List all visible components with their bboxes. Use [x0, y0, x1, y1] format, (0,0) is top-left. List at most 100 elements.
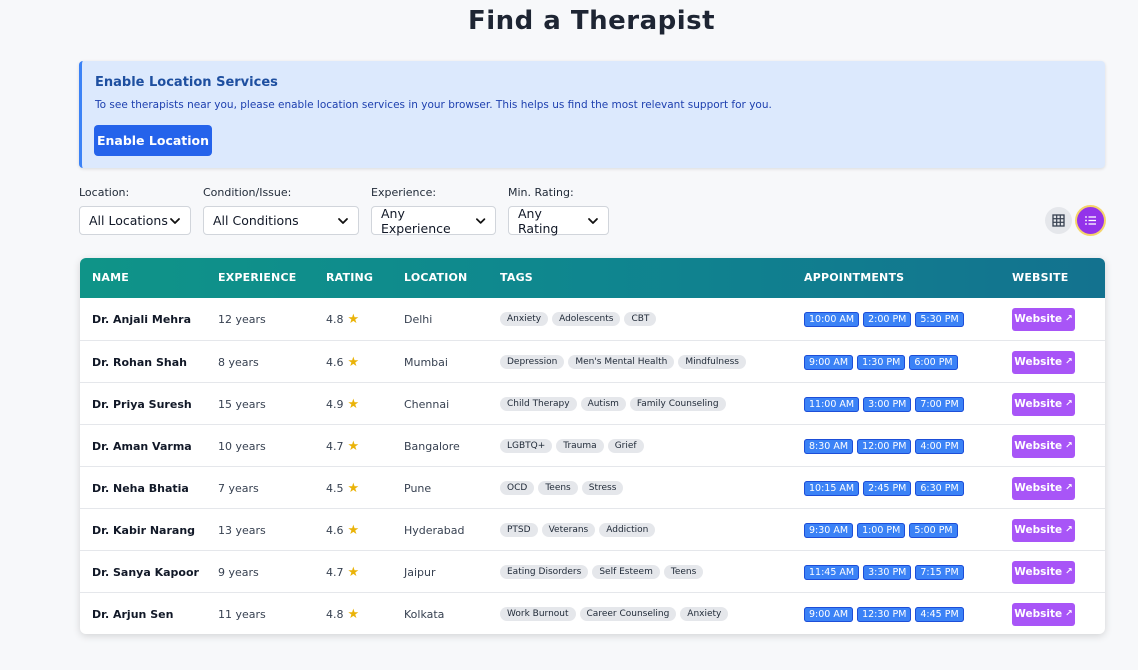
- therapist-experience: 10 years: [218, 439, 266, 453]
- therapist-experience: 15 years: [218, 397, 266, 411]
- rating-value: 4.8: [326, 607, 344, 621]
- website-cell: Website ↗: [1012, 425, 1075, 467]
- therapist-name: Dr. Neha Bhatia: [92, 481, 189, 495]
- appointment-slot[interactable]: 7:00 PM: [915, 396, 964, 412]
- tag-badge: Anxiety: [680, 607, 729, 621]
- experience-select[interactable]: Any Experience: [371, 206, 496, 236]
- website-cell: Website ↗: [1012, 298, 1075, 340]
- tag-badge: Career Counseling: [579, 607, 677, 621]
- therapist-table: NAME EXPERIENCE RATING LOCATION TAGS APP…: [80, 258, 1105, 634]
- enable-location-button[interactable]: Enable Location: [94, 125, 212, 156]
- appointment-slot[interactable]: 8:30 AM: [804, 438, 854, 454]
- therapist-name: Dr. Rohan Shah: [92, 355, 187, 369]
- therapist-rating: 4.8 ★: [326, 593, 359, 634]
- therapist-tags: PTSD Veterans Addiction: [500, 509, 659, 551]
- therapist-experience: 7 years: [218, 481, 259, 495]
- rating-value: 4.7: [326, 439, 344, 453]
- website-cell: Website ↗: [1012, 383, 1075, 425]
- location-filter-label: Location:: [79, 186, 130, 199]
- experience-filter-label: Experience:: [371, 186, 437, 199]
- appointment-slot[interactable]: 5:30 PM: [915, 311, 964, 327]
- appointment-slot[interactable]: 9:00 AM: [804, 606, 854, 622]
- page-title: Find a Therapist: [467, 6, 716, 36]
- therapist-name: Dr. Kabir Narang: [92, 523, 196, 537]
- star-icon: ★: [347, 522, 360, 538]
- appointment-slot[interactable]: 11:00 AM: [804, 396, 860, 412]
- appointment-slot[interactable]: 1:00 PM: [857, 522, 906, 538]
- therapist-experience: 13 years: [218, 523, 266, 537]
- appointment-slot[interactable]: 7:15 PM: [915, 564, 964, 580]
- external-link-icon: ↗: [1065, 441, 1073, 451]
- rating-value: 4.5: [326, 481, 344, 495]
- appointment-slot[interactable]: 5:00 PM: [909, 522, 958, 538]
- rating-select[interactable]: Any Rating: [508, 206, 609, 236]
- appointment-slot[interactable]: 9:00 AM: [804, 354, 854, 370]
- therapist-name: Dr. Arjun Sen: [92, 607, 174, 621]
- appointment-slot[interactable]: 2:00 PM: [863, 311, 912, 327]
- header-experience: EXPERIENCE: [218, 271, 297, 284]
- appointment-slot[interactable]: 2:45 PM: [863, 480, 912, 496]
- tag-badge: Depression: [500, 355, 565, 369]
- website-button-label: Website: [1014, 608, 1063, 620]
- location-select[interactable]: All Locations: [79, 206, 191, 235]
- appointment-slot[interactable]: 10:00 AM: [804, 311, 860, 327]
- table-row: Dr. Sanya Kapoor 9 years 4.7 ★ Jaipur Eating …: [80, 550, 1105, 592]
- appointment-slots: 9:30 AM 1:00 PM 5:00 PM: [804, 509, 962, 551]
- condition-select[interactable]: All Conditions: [203, 206, 359, 235]
- website-button[interactable]: Website ↗: [1012, 350, 1075, 374]
- therapist-tags: Child Therapy Autism Family Counseling: [500, 383, 730, 425]
- table-row: Dr. Arjun Sen 11 years 4.8 ★ Kolkata Work Bur…: [80, 592, 1105, 634]
- therapist-name: Dr. Anjali Mehra: [92, 312, 191, 326]
- website-button[interactable]: Website ↗: [1012, 307, 1075, 331]
- list-view-button[interactable]: [1077, 207, 1104, 234]
- grid-icon: [1052, 214, 1065, 227]
- appointment-slot[interactable]: 9:30 AM: [804, 522, 854, 538]
- table-body: Dr. Anjali Mehra 12 years 4.8 ★ Delhi Anxiety…: [80, 298, 1105, 634]
- appointment-slot[interactable]: 3:00 PM: [863, 396, 912, 412]
- appointment-slots: 8:30 AM 12:00 PM 4:00 PM: [804, 425, 968, 467]
- website-button-label: Website: [1014, 440, 1063, 452]
- therapist-tags: LGBTQ+ Trauma Grief: [500, 425, 648, 467]
- tag-badge: Addiction: [599, 523, 656, 537]
- therapist-rating: 4.5 ★: [326, 467, 359, 509]
- therapist-location: Mumbai: [404, 355, 448, 369]
- star-icon: ★: [347, 564, 360, 580]
- appointment-slots: 10:15 AM 2:45 PM 6:30 PM: [804, 467, 968, 509]
- grid-view-button[interactable]: [1045, 207, 1072, 234]
- tag-badge: Grief: [607, 439, 644, 453]
- website-button[interactable]: Website ↗: [1012, 560, 1075, 584]
- website-button[interactable]: Website ↗: [1012, 518, 1075, 542]
- experience-filter: Experience: Any Experience: [371, 186, 496, 236]
- rating-value: 4.8: [326, 312, 344, 326]
- appointment-slot[interactable]: 12:30 PM: [857, 606, 912, 622]
- appointment-slot[interactable]: 10:15 AM: [804, 480, 860, 496]
- tag-badge: Eating Disorders: [500, 565, 589, 579]
- website-button[interactable]: Website ↗: [1012, 476, 1075, 500]
- website-button[interactable]: Website ↗: [1012, 392, 1075, 416]
- therapist-experience: 8 years: [218, 355, 259, 369]
- website-button-label: Website: [1014, 566, 1063, 578]
- therapist-rating: 4.7 ★: [326, 551, 359, 593]
- therapist-name: Dr. Sanya Kapoor: [92, 565, 199, 579]
- appointment-slots: 10:00 AM 2:00 PM 5:30 PM: [804, 298, 968, 340]
- tag-badge: Veterans: [541, 523, 596, 537]
- appointment-slot[interactable]: 3:30 PM: [863, 564, 912, 580]
- website-button[interactable]: Website ↗: [1012, 602, 1075, 626]
- appointment-slot[interactable]: 1:30 PM: [857, 354, 906, 370]
- appointment-slot[interactable]: 4:00 PM: [915, 438, 964, 454]
- website-button[interactable]: Website ↗: [1012, 434, 1075, 458]
- star-icon: ★: [347, 396, 360, 412]
- appointment-slot[interactable]: 6:30 PM: [915, 480, 964, 496]
- appointment-slot[interactable]: 6:00 PM: [909, 354, 958, 370]
- star-icon: ★: [347, 354, 360, 370]
- tag-badge: Stress: [581, 481, 624, 495]
- appointment-slot[interactable]: 11:45 AM: [804, 564, 860, 580]
- appointment-slot[interactable]: 4:45 PM: [915, 606, 964, 622]
- table-row: Dr. Priya Suresh 15 years 4.9 ★ Chennai Child…: [80, 382, 1105, 424]
- location-filter: Location: All Locations: [79, 186, 191, 235]
- chevron-down-icon: [170, 217, 180, 224]
- rating-value: 4.7: [326, 565, 344, 579]
- appointment-slot[interactable]: 12:00 PM: [857, 438, 912, 454]
- tag-badge: PTSD: [500, 523, 538, 537]
- therapist-tags: Work Burnout Career Counseling Anxiety: [500, 593, 732, 634]
